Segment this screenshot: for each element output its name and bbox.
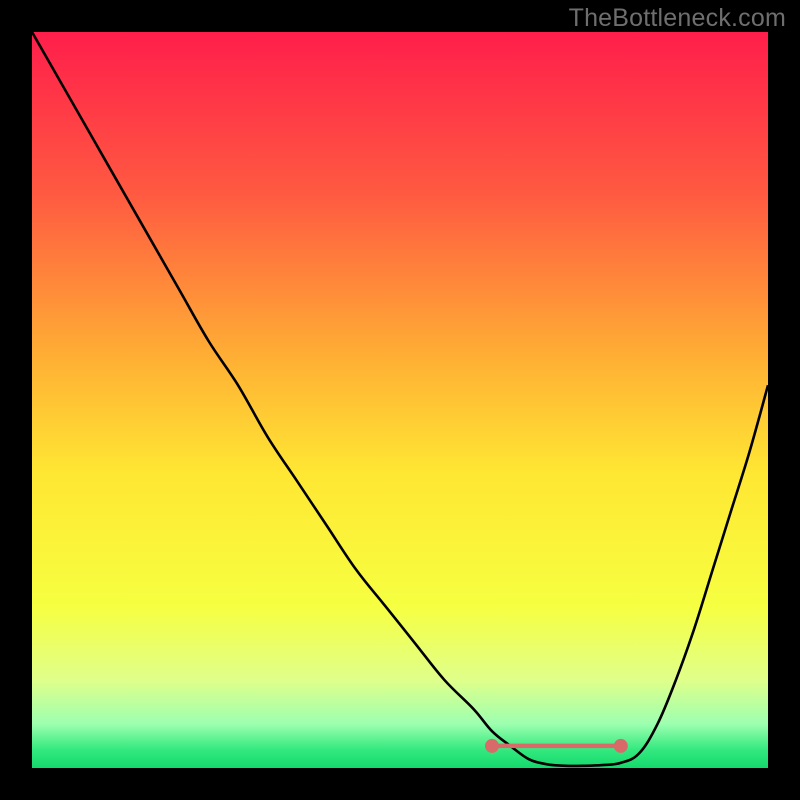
watermark-label: TheBottleneck.com [569, 4, 786, 33]
bottleneck-chart [0, 0, 800, 800]
plot-background [32, 32, 768, 768]
chart-container: TheBottleneck.com [0, 0, 800, 800]
